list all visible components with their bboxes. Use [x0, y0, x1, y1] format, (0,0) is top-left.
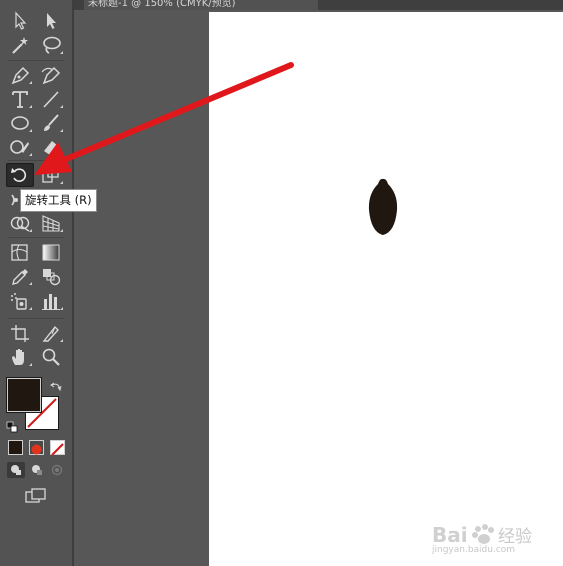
- svg-text:Bai: Bai: [432, 523, 468, 547]
- document-tab-label: 未标题-1 @ 150% (CMYK/预览): [88, 0, 236, 9]
- artboard-tool[interactable]: [8, 322, 32, 344]
- eyedropper-tool[interactable]: [8, 265, 32, 287]
- type-tool[interactable]: [8, 88, 32, 110]
- line-tool[interactable]: [39, 88, 63, 110]
- screen-mode-button[interactable]: [24, 487, 48, 505]
- pen-tool[interactable]: [8, 64, 32, 86]
- screen-mode-icon: [25, 488, 46, 503]
- watermark-brand-text: 经验: [498, 527, 532, 547]
- draw-inside-button[interactable]: [48, 462, 66, 478]
- gradient-tool[interactable]: [39, 241, 63, 263]
- lasso-tool[interactable]: [39, 34, 63, 56]
- dark-seed-shape[interactable]: [364, 176, 402, 238]
- none-mode-button[interactable]: [50, 440, 65, 456]
- curvature-pen-icon: [41, 66, 61, 85]
- gradient-icon: [42, 244, 60, 261]
- blend-tool[interactable]: [39, 265, 63, 287]
- tools-separator: [8, 60, 64, 61]
- tools-separator: [8, 318, 64, 319]
- direct-selection-arrow-icon: [47, 13, 56, 29]
- rotate-icon: [11, 168, 27, 182]
- tools-separator: [8, 237, 64, 238]
- selection-tool[interactable]: [8, 10, 32, 32]
- draw-normal-icon: [11, 465, 21, 475]
- artboard[interactable]: [209, 12, 563, 566]
- default-fill-stroke-icon[interactable]: [6, 418, 18, 433]
- hand-tool[interactable]: [8, 346, 32, 368]
- magic-wand-icon: [12, 37, 28, 54]
- mesh-icon: [11, 244, 28, 261]
- draw-behind-button[interactable]: [28, 462, 46, 478]
- mesh-tool[interactable]: [8, 241, 32, 263]
- perspective-grid-tool[interactable]: [39, 212, 63, 234]
- document-tab[interactable]: 未标题-1 @ 150% (CMYK/预览): [84, 0, 318, 10]
- shape-builder-tool[interactable]: [8, 212, 32, 234]
- column-graph-tool[interactable]: [39, 290, 63, 312]
- watermark-url: jingyan.baidu.com: [432, 545, 516, 555]
- rotate-tool[interactable]: [6, 163, 34, 187]
- swap-fill-stroke-icon[interactable]: [50, 378, 62, 392]
- draw-behind-icon: [32, 465, 42, 475]
- baidu-jingyan-watermark: Bai 经验 jingyan.baidu.com: [432, 518, 557, 558]
- curvature-tool[interactable]: [39, 64, 63, 86]
- zoom-icon: [42, 348, 60, 366]
- fill-swatch[interactable]: [7, 378, 41, 412]
- shaper-tool[interactable]: [8, 136, 32, 158]
- gradient-circle-icon: [31, 444, 42, 455]
- slice-tool[interactable]: [39, 322, 63, 344]
- ellipse-tool[interactable]: [8, 112, 32, 134]
- eraser-tool[interactable]: [39, 136, 63, 158]
- draw-normal-button[interactable]: [7, 462, 25, 478]
- zoom-tool[interactable]: [39, 346, 63, 368]
- artboard-icon: [11, 325, 29, 342]
- tools-separator: [8, 160, 64, 161]
- paintbrush-tool[interactable]: [39, 112, 63, 134]
- selection-arrow-icon: [15, 11, 27, 30]
- none-slash-icon: [51, 443, 64, 456]
- scale-tool[interactable]: [39, 164, 63, 186]
- symbol-sprayer-tool[interactable]: [8, 290, 32, 312]
- tools-panel: [0, 0, 72, 566]
- draw-inside-icon: [51, 464, 63, 476]
- direct-selection-tool[interactable]: [39, 10, 63, 32]
- rotate-tool-tooltip: 旋转工具 (R): [20, 189, 97, 212]
- magic-wand-tool[interactable]: [8, 34, 32, 56]
- blend-icon: [43, 269, 61, 286]
- color-mode-button[interactable]: [8, 440, 23, 455]
- gradient-mode-button[interactable]: [29, 440, 44, 455]
